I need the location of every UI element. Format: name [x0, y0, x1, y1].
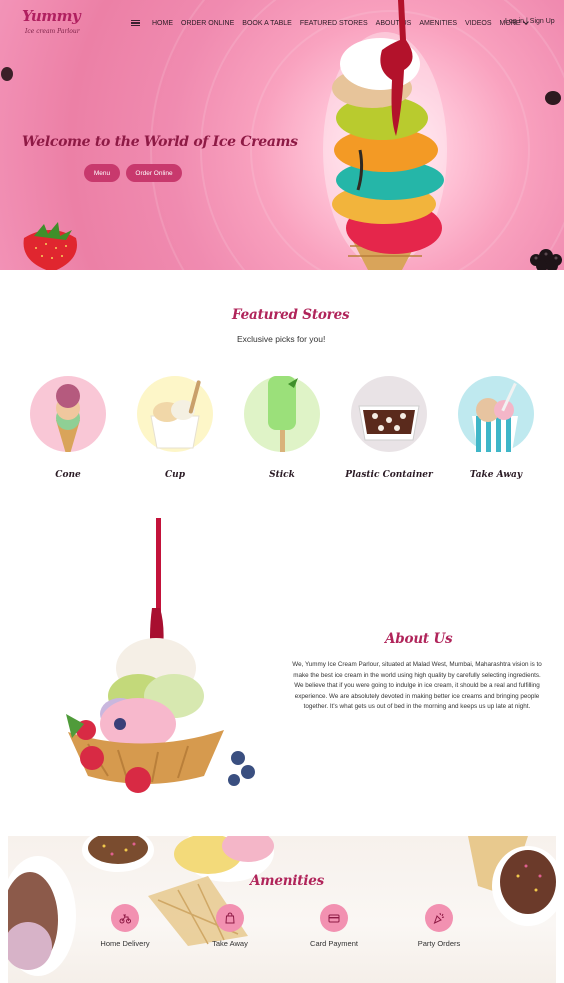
stick-image — [244, 376, 320, 452]
store-label-take-away: Take Away — [469, 470, 523, 480]
takeaway-bag-icon — [216, 904, 244, 932]
plastic-container-image — [351, 376, 427, 452]
store-label-stick: Stick — [269, 470, 295, 480]
hero-title: Welcome to the World of Ice Creams — [22, 134, 298, 150]
amenity-card-payment: Card Payment — [289, 904, 379, 964]
nav-videos[interactable]: VIDEOS — [465, 20, 491, 27]
amenities-title: Amenities — [250, 873, 325, 889]
amenity-label: Card Payment — [310, 939, 358, 948]
nav-order-online[interactable]: ORDER ONLINE — [181, 20, 234, 27]
cup-image — [137, 376, 213, 452]
store-label-cup: Cup — [165, 470, 185, 480]
nav-book-a-table[interactable]: BOOK A TABLE — [242, 20, 292, 27]
hero-ice-cream-cone — [323, 0, 447, 270]
store-card-plastic-container[interactable]: Plastic Container — [344, 372, 434, 492]
featured-stores-section: Featured Stores Exclusive picks for you!… — [8, 270, 556, 498]
credit-card-icon — [320, 904, 348, 932]
order-online-button[interactable]: Order Online — [126, 164, 182, 182]
blackberry-icon — [530, 249, 562, 270]
scooter-icon — [111, 904, 139, 932]
amenity-label: Take Away — [212, 939, 248, 948]
amenity-take-away: Take Away — [185, 904, 275, 964]
amenity-party-orders: Party Orders — [394, 904, 484, 964]
store-card-take-away[interactable]: Take Away — [451, 372, 541, 492]
store-card-cup[interactable]: Cup — [130, 372, 220, 492]
amenity-home-delivery: Home Delivery — [80, 904, 170, 964]
take-away-image — [458, 376, 534, 452]
amenity-label: Home Delivery — [100, 939, 150, 948]
hero-banner: Yummy Ice cream Parlour HOME ORDER ONLIN… — [0, 0, 564, 270]
about-us-body: We, Yummy Ice Cream Parlour, situated at… — [292, 661, 542, 710]
about-us-section: About Us We, Yummy Ice Cream Parlour, si… — [8, 498, 556, 836]
logo-wordmark: Yummy — [22, 7, 81, 25]
featured-stores-title: Featured Stores — [232, 307, 350, 323]
logo-tagline: Ice cream Parlour — [25, 28, 80, 35]
featured-stores-subtitle: Exclusive picks for you! — [237, 334, 326, 344]
about-us-title: About Us — [385, 631, 453, 647]
blackberry-icon — [545, 91, 561, 105]
store-label-cone: Cone — [55, 470, 81, 480]
store-card-stick[interactable]: Stick — [237, 372, 327, 492]
amenities-section: Amenities Home Delivery Take Away Card P… — [8, 836, 556, 983]
menu-button[interactable]: Menu — [84, 164, 120, 182]
cone-image — [30, 376, 106, 452]
party-popper-icon — [425, 904, 453, 932]
strawberry-icon — [23, 222, 77, 270]
amenity-label: Party Orders — [417, 939, 461, 948]
brand-logo[interactable]: Yummy Ice cream Parlour — [22, 5, 81, 43]
nav-home[interactable]: HOME — [152, 20, 173, 27]
hamburger-icon[interactable] — [131, 19, 140, 27]
login-signup-link[interactable]: Log in | Sign Up — [505, 18, 555, 25]
about-ice-cream-bowl-image — [66, 518, 255, 793]
blackberry-icon — [1, 67, 13, 81]
store-label-plastic-container: Plastic Container — [345, 470, 433, 480]
store-card-cone[interactable]: Cone — [23, 372, 113, 492]
